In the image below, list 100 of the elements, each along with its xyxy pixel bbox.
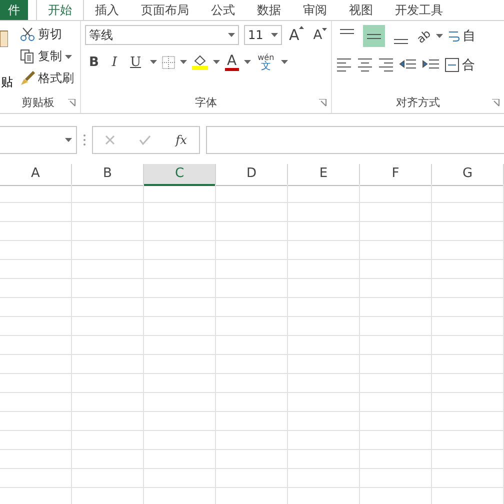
cut-button[interactable]: 剪切 bbox=[18, 25, 76, 44]
grid-cell[interactable] bbox=[0, 279, 72, 298]
grid-cell[interactable] bbox=[216, 431, 288, 450]
grid-cell[interactable] bbox=[432, 184, 504, 203]
grid-cell[interactable] bbox=[0, 393, 72, 412]
column-header[interactable]: E bbox=[288, 164, 360, 186]
grid-cell[interactable] bbox=[72, 298, 144, 317]
grid-cell[interactable] bbox=[360, 317, 432, 336]
grid-cell[interactable] bbox=[288, 374, 360, 393]
grid-cell[interactable] bbox=[144, 222, 216, 241]
grid-cell[interactable] bbox=[0, 203, 72, 222]
ribbon-tab[interactable]: 开始 bbox=[36, 0, 84, 20]
grid-cell[interactable] bbox=[0, 298, 72, 317]
grid-cell[interactable] bbox=[72, 355, 144, 374]
paste-button[interactable]: 贴 bbox=[0, 25, 14, 95]
grid-cell[interactable] bbox=[360, 355, 432, 374]
grid-cell[interactable] bbox=[0, 222, 72, 241]
grid-cell[interactable] bbox=[0, 241, 72, 260]
grid-cell[interactable] bbox=[72, 260, 144, 279]
format-painter-button[interactable]: 格式刷 bbox=[18, 69, 76, 88]
grid-cell[interactable] bbox=[72, 469, 144, 488]
grid-cell[interactable] bbox=[216, 374, 288, 393]
wrap-text-button[interactable]: 自 bbox=[448, 27, 476, 45]
grid-cell[interactable] bbox=[432, 203, 504, 222]
grid-cell[interactable] bbox=[216, 469, 288, 488]
cancel-icon[interactable] bbox=[105, 135, 116, 145]
grid-cell[interactable] bbox=[432, 355, 504, 374]
grid-cell[interactable] bbox=[144, 374, 216, 393]
file-tab[interactable]: 件 bbox=[0, 0, 28, 20]
grid-cell[interactable] bbox=[288, 336, 360, 355]
grid-cell[interactable] bbox=[288, 412, 360, 431]
grid-cell[interactable] bbox=[72, 374, 144, 393]
grid-cell[interactable] bbox=[288, 203, 360, 222]
underline-button[interactable]: U bbox=[126, 54, 146, 70]
grid-cell[interactable] bbox=[360, 374, 432, 393]
grid-cell[interactable] bbox=[360, 336, 432, 355]
formula-input-field[interactable] bbox=[206, 126, 504, 154]
grid-cell[interactable] bbox=[216, 336, 288, 355]
grid-cell[interactable] bbox=[72, 317, 144, 336]
grid-cell[interactable] bbox=[288, 450, 360, 469]
grid-cell[interactable] bbox=[432, 469, 504, 488]
column-header[interactable]: F bbox=[360, 164, 432, 186]
grid-cell[interactable] bbox=[288, 222, 360, 241]
fill-color-icon[interactable] bbox=[192, 54, 208, 70]
align-middle-button[interactable] bbox=[363, 25, 385, 47]
grid-cell[interactable] bbox=[288, 355, 360, 374]
grid-cell[interactable] bbox=[432, 260, 504, 279]
grid-cell[interactable] bbox=[216, 279, 288, 298]
grow-font-button[interactable]: A bbox=[287, 26, 306, 44]
grid-cell[interactable] bbox=[216, 241, 288, 260]
grid-cell[interactable] bbox=[288, 279, 360, 298]
grid-cell[interactable] bbox=[216, 412, 288, 431]
grid-cell[interactable] bbox=[360, 184, 432, 203]
name-box[interactable] bbox=[0, 126, 77, 154]
phonetic-button[interactable]: wén 文 bbox=[256, 53, 276, 71]
grid-cell[interactable] bbox=[144, 336, 216, 355]
grid-cell[interactable] bbox=[432, 393, 504, 412]
grid-cell[interactable] bbox=[72, 184, 144, 203]
grid-cell[interactable] bbox=[288, 260, 360, 279]
grid-cell[interactable] bbox=[360, 298, 432, 317]
grid-cell[interactable] bbox=[0, 450, 72, 469]
grid-cell[interactable] bbox=[72, 241, 144, 260]
grid-cell[interactable] bbox=[144, 412, 216, 431]
italic-button[interactable]: I bbox=[108, 54, 122, 70]
grid-cell[interactable] bbox=[144, 298, 216, 317]
grid-cell[interactable] bbox=[144, 431, 216, 450]
grid-cell[interactable] bbox=[216, 222, 288, 241]
grid-cell[interactable] bbox=[72, 450, 144, 469]
grid-cell[interactable] bbox=[360, 203, 432, 222]
copy-button[interactable]: 复制 bbox=[18, 47, 76, 66]
bold-button[interactable]: B bbox=[85, 54, 103, 70]
column-header[interactable]: A bbox=[0, 164, 72, 186]
launcher-icon[interactable] bbox=[68, 99, 76, 107]
grid-cell[interactable] bbox=[432, 374, 504, 393]
font-color-button[interactable]: A bbox=[225, 54, 239, 70]
grid-cell[interactable] bbox=[144, 317, 216, 336]
grid-cell[interactable] bbox=[72, 393, 144, 412]
grid-cell[interactable] bbox=[0, 469, 72, 488]
grid-cell[interactable] bbox=[288, 184, 360, 203]
grid-cell[interactable] bbox=[432, 298, 504, 317]
launcher-icon[interactable] bbox=[492, 99, 500, 107]
font-size-field[interactable]: 11 bbox=[244, 25, 282, 45]
grid-cell[interactable] bbox=[72, 222, 144, 241]
grid-cell[interactable] bbox=[216, 317, 288, 336]
column-header[interactable]: C bbox=[144, 164, 216, 186]
grid-cell[interactable] bbox=[432, 279, 504, 298]
grid-cell[interactable] bbox=[0, 260, 72, 279]
grid-cell[interactable] bbox=[216, 393, 288, 412]
grid-cell[interactable] bbox=[72, 336, 144, 355]
grid-cell[interactable] bbox=[432, 450, 504, 469]
grid-cell[interactable] bbox=[360, 222, 432, 241]
grid-cell[interactable] bbox=[288, 469, 360, 488]
grid-cell[interactable] bbox=[144, 260, 216, 279]
grid-cell[interactable] bbox=[72, 431, 144, 450]
grid-cell[interactable] bbox=[360, 431, 432, 450]
shrink-font-button[interactable]: A bbox=[311, 28, 330, 42]
orientation-button[interactable]: ab bbox=[414, 26, 434, 46]
grid-cell[interactable] bbox=[216, 184, 288, 203]
grid-cell[interactable] bbox=[72, 279, 144, 298]
grid-cell[interactable] bbox=[432, 336, 504, 355]
